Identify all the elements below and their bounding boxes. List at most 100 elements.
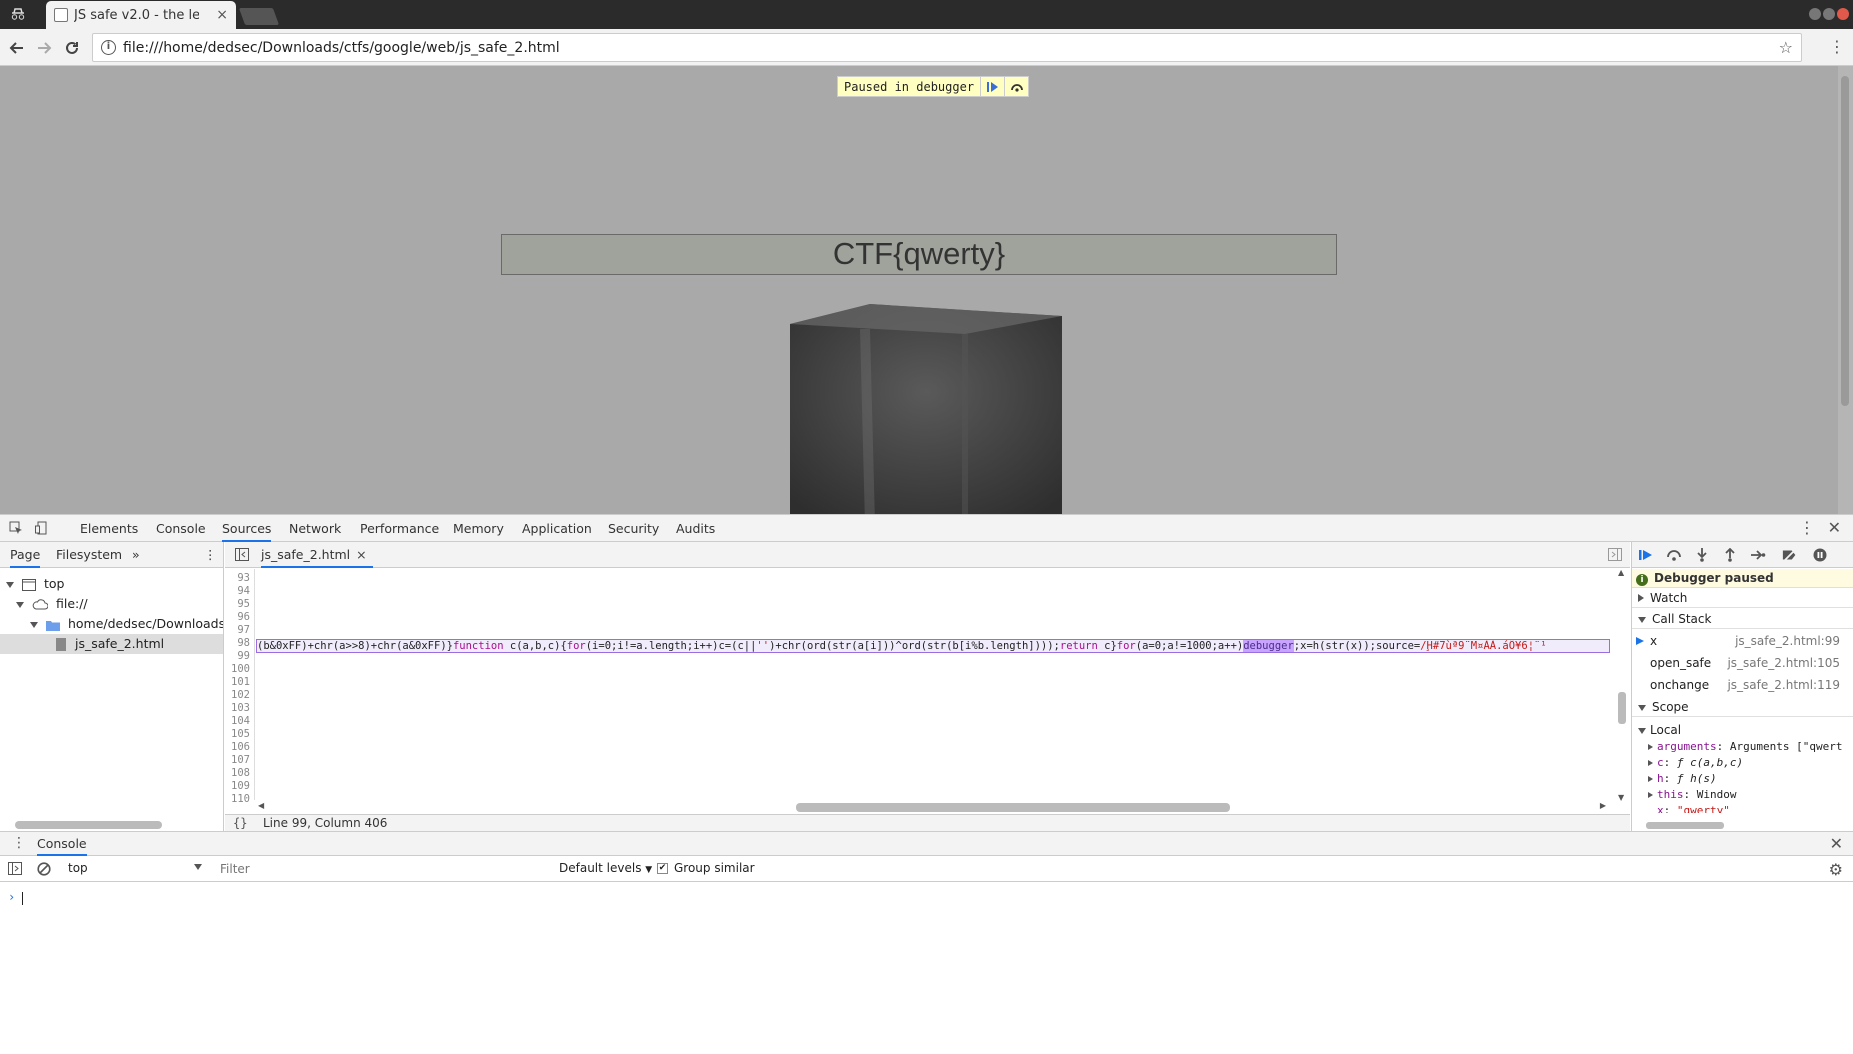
reload-icon[interactable] (62, 38, 82, 58)
line-number[interactable]: 100 (231, 663, 250, 676)
step-into-icon[interactable] (1694, 548, 1710, 562)
line-number[interactable]: 94 (237, 585, 250, 598)
tab-memory[interactable]: Memory (453, 515, 504, 542)
line-number[interactable]: 98 (237, 637, 250, 650)
call-frame[interactable]: open_safe js_safe_2.html:105 (1632, 652, 1853, 674)
console-settings-gear-icon[interactable]: ⚙ (1829, 860, 1843, 879)
collapsed-triangle-icon[interactable] (1648, 792, 1653, 798)
tab-network[interactable]: Network (289, 515, 341, 542)
call-frame-location[interactable]: js_safe_2.html:119 (1727, 674, 1840, 696)
line-number[interactable]: 106 (231, 741, 250, 754)
collapsed-triangle-icon[interactable] (1648, 744, 1653, 750)
expanded-triangle-icon[interactable] (1638, 727, 1646, 734)
debugger-scrollbar-thumb[interactable] (1646, 822, 1724, 829)
call-stack-section-header[interactable]: Call Stack (1632, 609, 1853, 629)
bookmark-star-icon[interactable]: ☆ (1779, 38, 1793, 57)
browser-tab-active[interactable]: JS safe v2.0 - the lea × (46, 1, 236, 29)
navigator-scrollbar-thumb[interactable] (15, 821, 162, 829)
local-scope-header[interactable]: Local (1638, 722, 1681, 738)
line-number[interactable]: 96 (237, 611, 250, 624)
address-bar[interactable]: i file:///home/dedsec/Downloads/ctfs/goo… (92, 33, 1802, 62)
expanded-triangle-icon[interactable] (1638, 705, 1646, 711)
drawer-tab-console[interactable]: Console (37, 832, 87, 856)
step-out-icon[interactable] (1722, 548, 1738, 562)
context-selector[interactable]: top (68, 861, 202, 875)
step-icon[interactable] (1750, 548, 1766, 562)
info-icon[interactable]: i (101, 40, 116, 55)
tab-page[interactable]: Page (10, 542, 41, 568)
line-number[interactable]: 104 (231, 715, 250, 728)
scope-var[interactable]: arguments: Arguments ["qwert (1648, 739, 1842, 755)
editor-file-tab[interactable]: js_safe_2.html × (261, 542, 373, 568)
editor-horizontal-scrollbar-thumb[interactable] (796, 803, 1230, 812)
expand-triangle-icon[interactable] (6, 581, 14, 588)
line-number-gutter[interactable]: 93 94 95 96 97 98 99 100 101 102 103 104 105 106 107 10… (225, 569, 255, 805)
devtools-menu-icon[interactable]: ⋮ (1799, 518, 1815, 537)
tree-item-folder[interactable]: home/dedsec/Downloads/ctfs (0, 614, 223, 634)
new-tab-button[interactable] (238, 8, 280, 25)
navigator-menu-icon[interactable]: ⋮ (204, 542, 217, 568)
watch-section-header[interactable]: Watch (1632, 588, 1853, 608)
minimize-icon[interactable] (1809, 8, 1821, 20)
devtools-close-icon[interactable]: ✕ (1828, 518, 1841, 537)
toggle-debugger-icon[interactable] (1608, 548, 1622, 561)
tab-elements[interactable]: Elements (80, 515, 138, 542)
debugger-scrollbar[interactable] (1632, 819, 1853, 831)
tree-item-origin[interactable]: file:// (0, 594, 223, 614)
expanded-triangle-icon[interactable] (1638, 617, 1646, 623)
line-number[interactable]: 95 (237, 598, 250, 611)
device-toolbar-icon[interactable] (34, 520, 50, 536)
pretty-print-icon[interactable]: {} (233, 815, 247, 832)
tab-application[interactable]: Application (522, 515, 592, 542)
scroll-left-icon[interactable]: ◀ (258, 801, 264, 810)
scroll-down-icon[interactable]: ▼ (1618, 793, 1624, 802)
line-number[interactable]: 110 (231, 793, 250, 806)
call-frame-location[interactable]: js_safe_2.html:105 (1727, 652, 1840, 674)
scope-var[interactable]: c: ƒ c(a,b,c) (1648, 755, 1743, 771)
scope-var[interactable]: h: ƒ h(s) (1648, 771, 1717, 787)
browser-menu-icon[interactable]: ⋮ (1829, 37, 1845, 57)
line-number[interactable]: 103 (231, 702, 250, 715)
group-similar-checkbox[interactable]: ✔ Group similar (657, 861, 755, 875)
scroll-up-icon[interactable]: ▲ (1618, 568, 1624, 577)
step-over-icon[interactable] (1666, 548, 1682, 562)
more-tabs-icon[interactable]: » (132, 542, 140, 568)
close-file-tab-icon[interactable]: × (356, 547, 366, 562)
editor-vertical-scrollbar-thumb[interactable] (1618, 692, 1626, 724)
page-scrollbar-thumb[interactable] (1841, 76, 1849, 406)
clear-console-icon[interactable] (37, 862, 51, 876)
console-filter-input[interactable] (214, 859, 549, 879)
collapsed-triangle-icon[interactable] (1638, 594, 1644, 602)
line-number[interactable]: 97 (237, 624, 250, 637)
call-frame-current[interactable]: x js_safe_2.html:99 (1632, 630, 1853, 652)
back-icon[interactable] (7, 38, 27, 58)
scope-var[interactable]: x: "qwerty" (1657, 803, 1730, 813)
resume-icon[interactable] (1638, 548, 1654, 562)
line-number[interactable]: 99 (237, 650, 250, 663)
tab-performance[interactable]: Performance (360, 515, 439, 542)
call-frame[interactable]: onchange js_safe_2.html:119 (1632, 674, 1853, 696)
tree-item-file[interactable]: js_safe_2.html (0, 634, 223, 654)
toggle-navigator-icon[interactable] (235, 548, 249, 561)
line-number[interactable]: 109 (231, 780, 250, 793)
drawer-close-icon[interactable]: ✕ (1830, 834, 1843, 853)
flag-input[interactable]: CTF{qwerty} (501, 234, 1337, 275)
tab-console[interactable]: Console (156, 515, 206, 542)
tab-sources[interactable]: Sources (222, 515, 272, 542)
scope-var[interactable]: this: Window (1648, 787, 1737, 803)
expand-triangle-icon[interactable] (30, 621, 38, 628)
forward-icon[interactable] (34, 38, 54, 58)
drawer-menu-icon[interactable]: ⋮ (12, 835, 26, 851)
call-frame-location[interactable]: js_safe_2.html:99 (1735, 630, 1840, 652)
line-number[interactable]: 105 (231, 728, 250, 741)
line-number[interactable]: 101 (231, 676, 250, 689)
resume-script-icon[interactable] (980, 77, 1004, 96)
close-window-icon[interactable] (1837, 8, 1849, 20)
tree-item-top[interactable]: top (0, 574, 223, 594)
line-number[interactable]: 108 (231, 767, 250, 780)
console-sidebar-icon[interactable] (8, 862, 22, 875)
tab-audits[interactable]: Audits (676, 515, 715, 542)
step-over-icon[interactable] (1004, 77, 1028, 96)
line-number[interactable]: 93 (237, 572, 250, 585)
tab-close-icon[interactable]: × (216, 7, 228, 23)
